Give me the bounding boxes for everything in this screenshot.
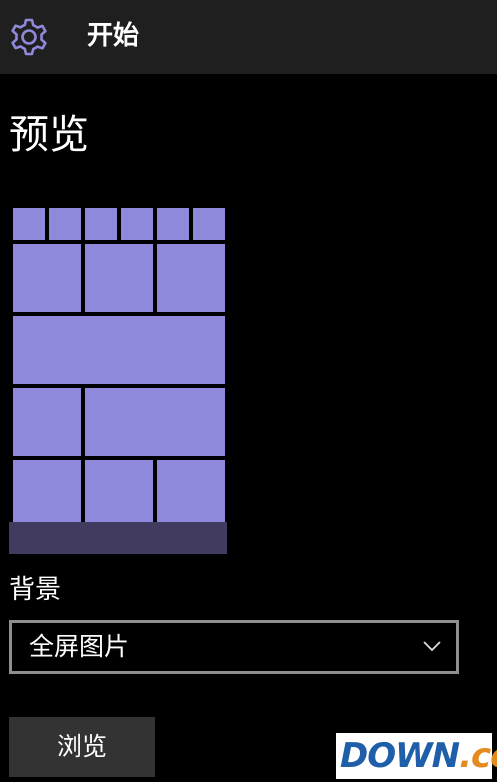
preview-tile — [13, 316, 225, 384]
preview-tile — [85, 460, 153, 522]
preview-taskbar — [9, 522, 227, 554]
preview-tile — [157, 460, 225, 522]
preview-tile — [13, 460, 81, 522]
top-bar: 开始 — [0, 0, 497, 74]
preview-tile — [157, 244, 225, 312]
preview-tile — [121, 208, 153, 240]
preview-tile — [13, 388, 81, 456]
background-dropdown[interactable]: 全屏图片 — [9, 620, 459, 674]
chevron-down-icon — [423, 641, 441, 652]
preview-tile — [85, 244, 153, 312]
background-dropdown-value: 全屏图片 — [29, 632, 130, 661]
page-title: 开始 — [87, 21, 140, 51]
background-label: 背景 — [9, 575, 62, 605]
preview-tile — [193, 208, 225, 240]
start-preview: Aa — [9, 206, 227, 554]
preview-tile: Aa — [13, 244, 81, 343]
preview-heading: 预览 — [9, 112, 89, 158]
preview-tile — [85, 208, 117, 240]
preview-tile — [157, 208, 189, 240]
preview-tile — [13, 208, 45, 240]
watermark-text: DOWN.cc — [340, 736, 497, 776]
browse-button[interactable]: 浏览 — [9, 717, 155, 777]
preview-tile — [49, 208, 81, 240]
watermark-logo: DOWN.cc — [336, 733, 497, 779]
preview-tile — [85, 388, 225, 456]
gear-icon[interactable] — [7, 15, 51, 59]
